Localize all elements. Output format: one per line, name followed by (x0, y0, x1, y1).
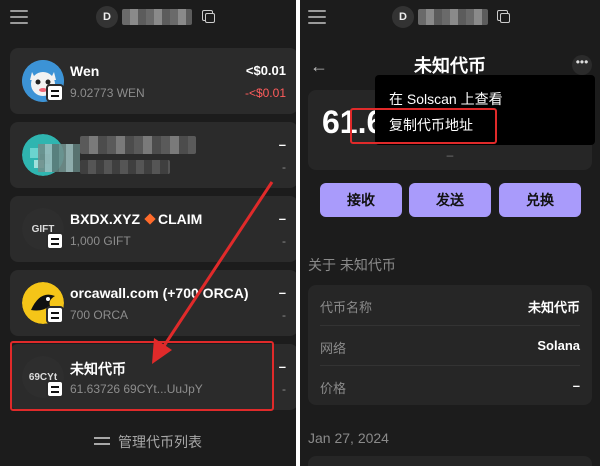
annotation-arrow (152, 181, 274, 364)
